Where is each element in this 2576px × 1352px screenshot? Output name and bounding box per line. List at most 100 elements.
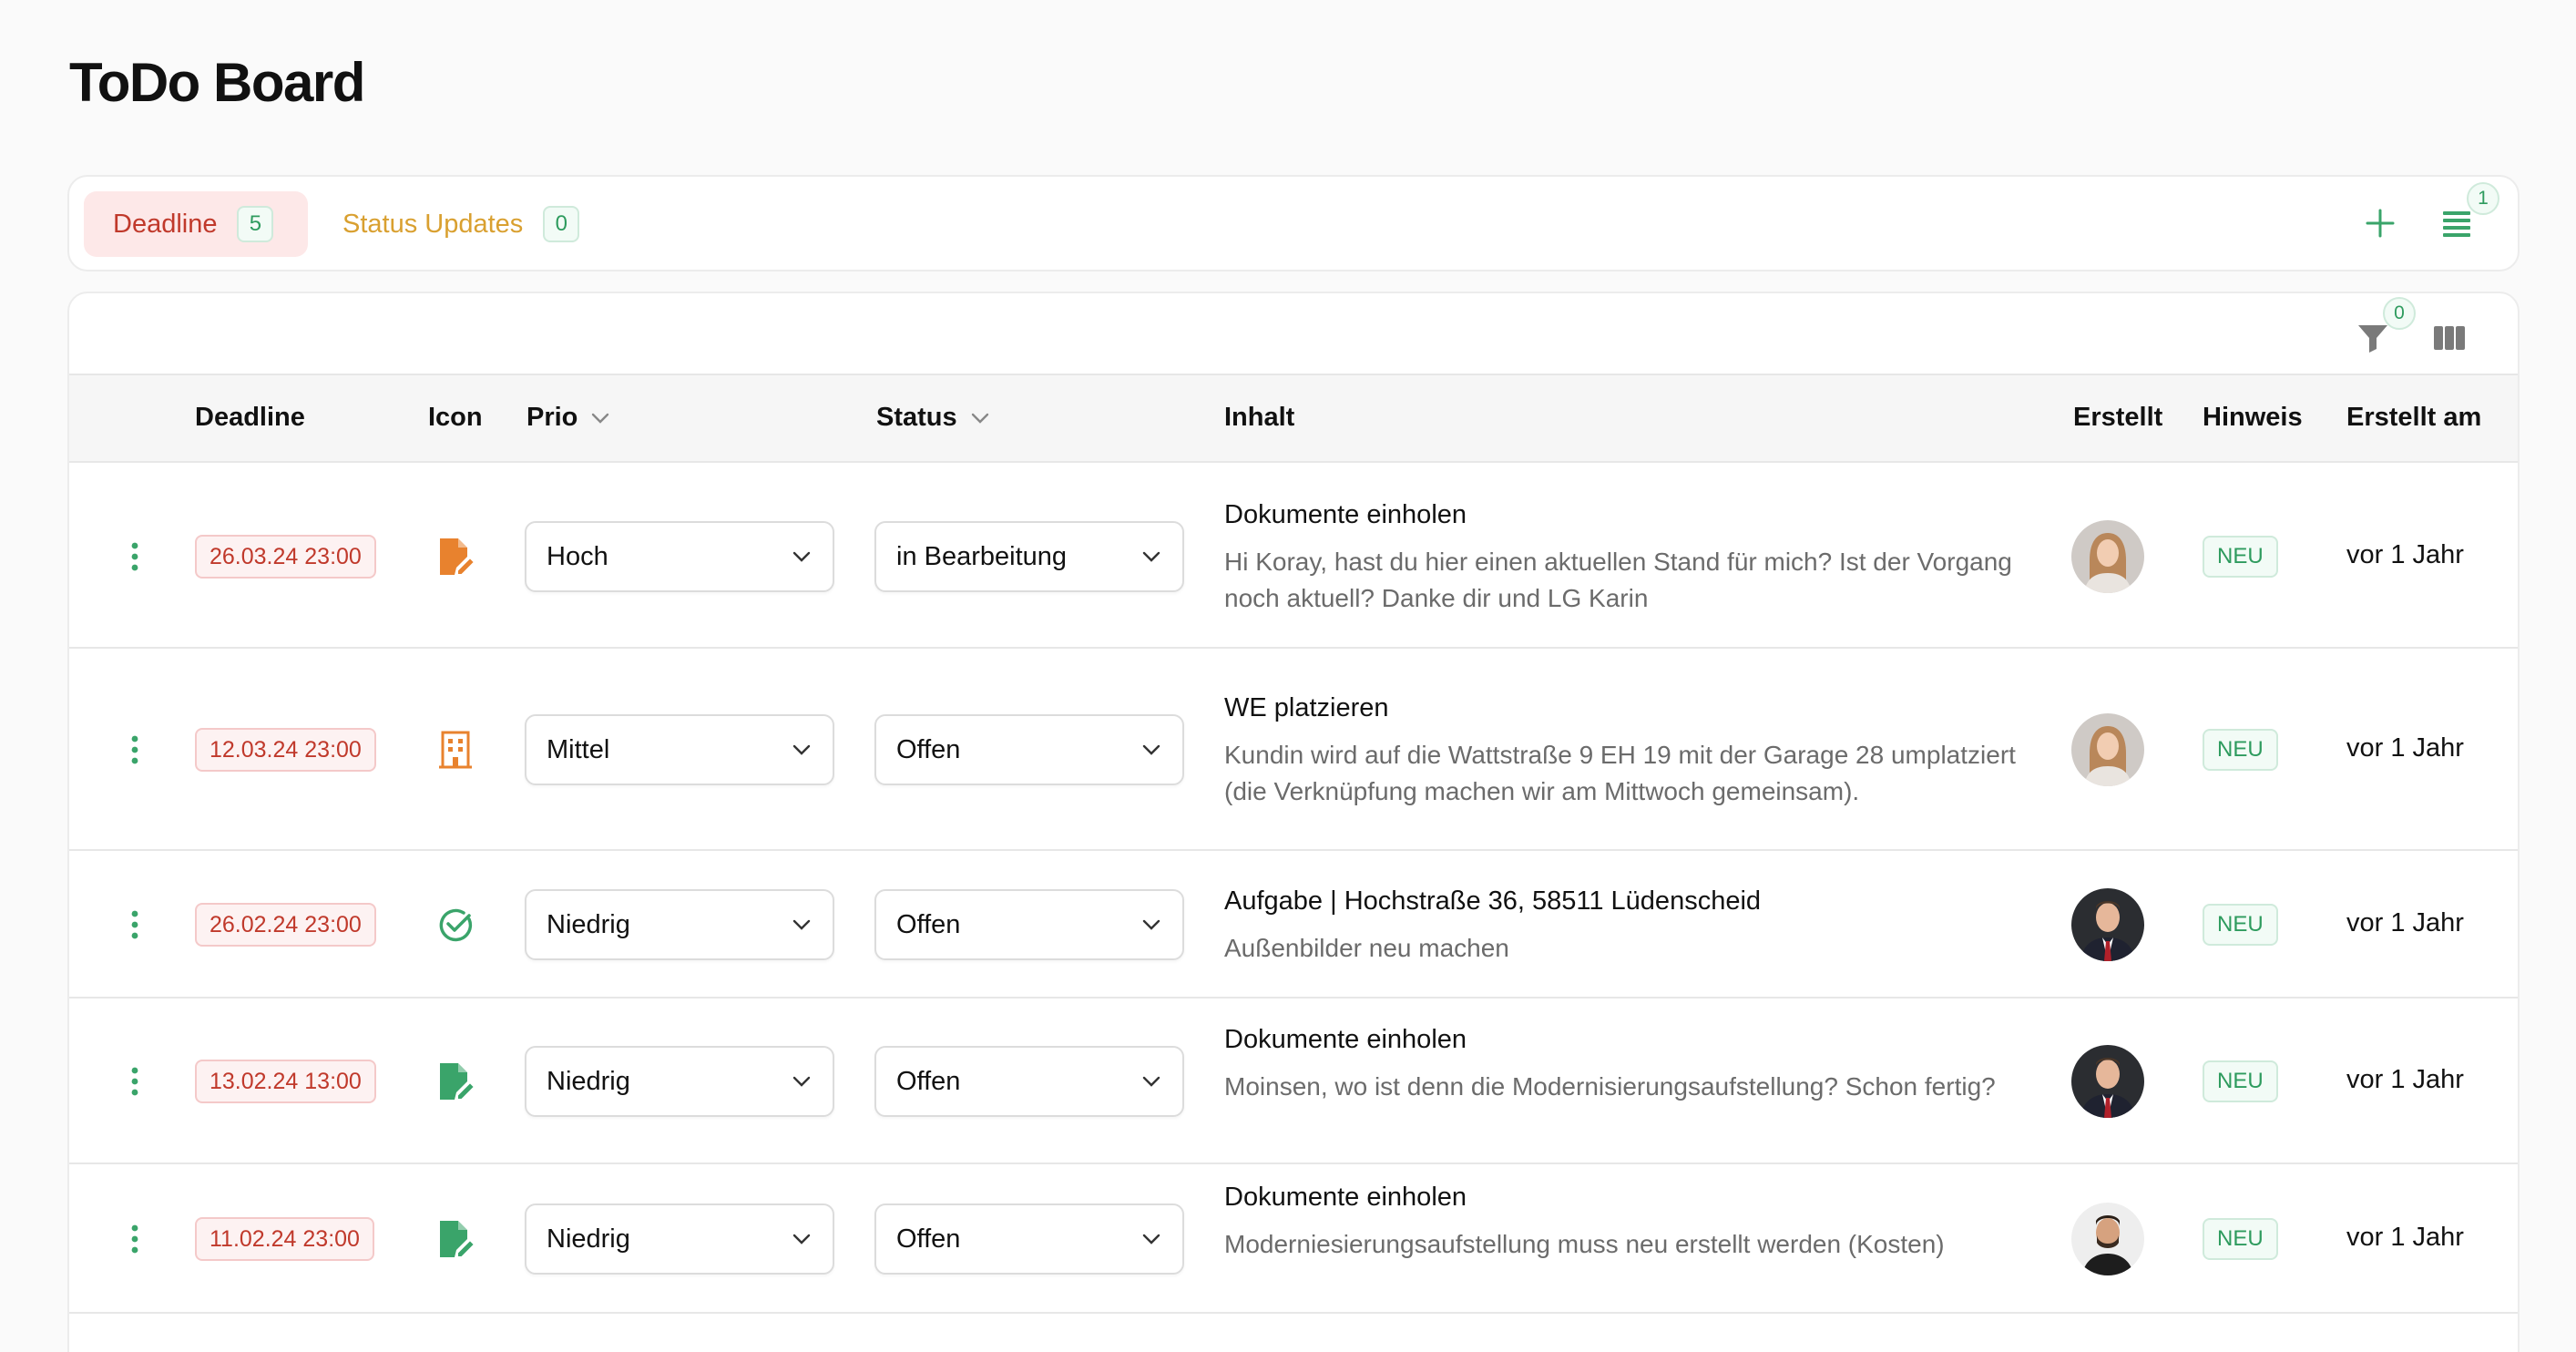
avatar[interactable] <box>2071 520 2144 593</box>
filter-button[interactable]: 0 <box>2348 297 2416 363</box>
content-text: Moderniesierungsaufstellung muss neu ers… <box>1224 1230 1945 1258</box>
created-at: vor 1 Jahr <box>2346 733 2464 763</box>
status-select[interactable]: in Bearbeitung <box>874 521 1184 592</box>
column-header-deadline[interactable]: Deadline <box>195 403 305 433</box>
list-count-badge: 1 <box>2467 182 2499 215</box>
document-edit-icon <box>428 1217 483 1261</box>
chevron-down-icon <box>592 413 609 424</box>
row-menu-button[interactable] <box>120 730 149 770</box>
content-text: Hi Koray, hast du hier einen aktuellen S… <box>1224 548 2012 612</box>
prio-select[interactable]: Niedrig <box>525 889 834 960</box>
tab-label: Deadline <box>113 209 218 239</box>
avatar[interactable] <box>2071 1203 2144 1275</box>
column-header-status[interactable]: Status <box>876 403 990 433</box>
count-badge: 0 <box>543 206 580 242</box>
todo-table: 0 Deadline Icon Prio Status Inhalt Erste… <box>67 292 2520 1352</box>
content-text: Außenbilder neu machen <box>1224 934 1509 962</box>
column-header-icon: Icon <box>428 403 483 432</box>
status-select[interactable]: Offen <box>874 1046 1184 1117</box>
status-select[interactable]: Offen <box>874 1203 1184 1275</box>
chevron-down-icon <box>1142 919 1160 930</box>
prio-select[interactable]: Mittel <box>525 714 834 785</box>
deadline-badge: 26.03.24 23:00 <box>195 535 376 579</box>
deadline-badge: 11.02.24 23:00 <box>195 1217 374 1261</box>
created-at: vor 1 Jahr <box>2346 908 2464 937</box>
kebab-menu-icon <box>131 1224 138 1254</box>
chevron-down-icon <box>1142 1234 1160 1244</box>
content-cell: Aufgabe | Hochstraße 36, 58511 Lüdensche… <box>1224 883 2026 967</box>
prio-value: Niedrig <box>547 1224 630 1254</box>
table-toolbar: 0 <box>69 293 2518 375</box>
tab-deadline[interactable]: Deadline 5 <box>84 191 308 257</box>
list-view-button[interactable]: 1 <box>2432 182 2499 248</box>
document-edit-icon <box>428 535 483 579</box>
status-select[interactable]: Offen <box>874 889 1184 960</box>
created-at: vor 1 Jahr <box>2346 1223 2464 1252</box>
table-row[interactable]: 11.02.24 23:00 Niedrig Offen Dokumente e… <box>69 1164 2518 1314</box>
column-header-prio[interactable]: Prio <box>526 403 610 433</box>
hinweis-badge: NEU <box>2203 1060 2278 1102</box>
prio-select[interactable]: Niedrig <box>525 1046 834 1117</box>
tabs-bar: Deadline 5 Status Updates 0 1 <box>67 175 2520 271</box>
column-header-inhalt: Inhalt <box>1224 403 1295 432</box>
prio-value: Niedrig <box>547 1066 630 1096</box>
chevron-down-icon <box>792 744 811 755</box>
add-button[interactable] <box>2356 199 2405 248</box>
list-icon <box>2443 211 2470 237</box>
status-value: Offen <box>896 734 961 764</box>
column-header-hinweis: Hinweis <box>2203 403 2303 432</box>
content-text: Kundin wird auf die Wattstraße 9 EH 19 m… <box>1224 741 2016 805</box>
avatar[interactable] <box>2071 888 2144 961</box>
kebab-menu-icon <box>131 735 138 764</box>
deadline-badge: 26.02.24 23:00 <box>195 903 376 947</box>
created-at: vor 1 Jahr <box>2346 1065 2464 1094</box>
deadline-badge: 13.02.24 13:00 <box>195 1060 376 1103</box>
tab-label: Status Updates <box>342 209 524 239</box>
kebab-menu-icon <box>131 542 138 571</box>
row-menu-button[interactable] <box>120 1219 149 1259</box>
table-row[interactable]: 13.02.24 13:00 Niedrig Offen Dokumente e… <box>69 999 2518 1164</box>
document-edit-icon <box>428 1060 483 1103</box>
prio-value: Mittel <box>547 734 610 764</box>
columns-button[interactable] <box>2425 313 2474 363</box>
status-select[interactable]: Offen <box>874 714 1184 785</box>
row-menu-button[interactable] <box>120 537 149 577</box>
kebab-menu-icon <box>131 1067 138 1096</box>
hinweis-badge: NEU <box>2203 1218 2278 1260</box>
table-row[interactable]: 26.02.24 23:00 Niedrig Offen Aufgabe | H… <box>69 851 2518 999</box>
chevron-down-icon <box>1142 551 1160 562</box>
chevron-down-icon <box>792 1234 811 1244</box>
prio-value: Niedrig <box>547 909 630 939</box>
prio-value: Hoch <box>547 541 608 571</box>
filter-icon <box>2358 325 2387 353</box>
tab-status-updates[interactable]: Status Updates 0 <box>313 191 614 257</box>
row-menu-button[interactable] <box>120 905 149 945</box>
row-menu-button[interactable] <box>120 1061 149 1101</box>
chevron-down-icon <box>792 919 811 930</box>
avatar[interactable] <box>2071 713 2144 786</box>
content-title: Dokumente einholen <box>1224 1183 1467 1212</box>
count-badge: 5 <box>237 206 274 242</box>
avatar[interactable] <box>2071 1045 2144 1118</box>
table-row[interactable]: 12.03.24 23:00 Mittel Offen WE platziere… <box>69 649 2518 851</box>
prio-select[interactable]: Niedrig <box>525 1203 834 1275</box>
column-header-erstellt-am[interactable]: Erstellt am <box>2346 403 2481 433</box>
content-cell: Dokumente einholen Moinsen, wo ist denn … <box>1224 1021 2026 1105</box>
prio-select[interactable]: Hoch <box>525 521 834 592</box>
content-text: Moinsen, wo ist denn die Modernisierungs… <box>1224 1072 1996 1101</box>
column-header-erstellt: Erstellt <box>2073 403 2163 432</box>
content-title: Dokumente einholen <box>1224 500 1467 529</box>
content-title: Aufgabe | Hochstraße 36, 58511 Lüdensche… <box>1224 886 1762 916</box>
deadline-badge: 12.03.24 23:00 <box>195 728 376 772</box>
table-row[interactable]: 26.03.24 23:00 Hoch in Bearbeitung Dokum… <box>69 465 2518 649</box>
kebab-menu-icon <box>131 910 138 939</box>
content-title: WE platzieren <box>1224 693 1389 722</box>
hinweis-badge: NEU <box>2203 729 2278 771</box>
status-value: Offen <box>896 909 961 939</box>
status-value: in Bearbeitung <box>896 541 1068 571</box>
status-value: Offen <box>896 1224 961 1254</box>
check-circle-icon <box>428 903 483 947</box>
hinweis-badge: NEU <box>2203 536 2278 578</box>
content-cell: WE platzieren Kundin wird auf die Wattst… <box>1224 690 2026 810</box>
chevron-down-icon <box>792 551 811 562</box>
